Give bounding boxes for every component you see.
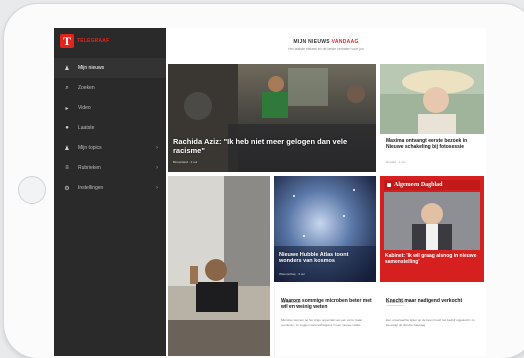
sidebar-nav: ♟ Mijn nieuws ⌕ Zoeken ▸ Video ● Laatste… (54, 58, 166, 198)
list-icon: ≡ (65, 165, 69, 171)
home-button[interactable] (18, 176, 46, 204)
sidebar-item-instellingen[interactable]: ⚙ Instellingen › (54, 178, 166, 198)
chevron-right-icon: › (156, 165, 158, 171)
app-screen: T TELEGRAAF ♟ Mijn nieuws ⌕ Zoeken ▸ Vid… (54, 28, 486, 356)
article-card-microbes[interactable]: WETENSCHAP Waarom sommige microben beter… (274, 286, 377, 356)
tablet-frame: T TELEGRAAF ♟ Mijn nieuws ⌕ Zoeken ▸ Vid… (4, 4, 524, 358)
man-waving-photo (168, 176, 270, 356)
sidebar-item-label: Mijn topics (78, 145, 102, 151)
chevron-right-icon: › (156, 145, 158, 151)
content-header: MIJN NIEUWS VANDAAG Het laatste nieuws e… (166, 28, 486, 64)
gear-icon: ⚙ (64, 185, 70, 192)
chevron-right-icon: › (156, 185, 158, 191)
sidebar-item-label: Zoeken (78, 85, 95, 91)
brand-name: TELEGRAAF (77, 38, 110, 44)
page-title-accent: VANDAAG (331, 39, 359, 45)
page-subtitle: Het laatste nieuws en de beste verhalen … (288, 47, 364, 51)
sidebar-item-label: Instellingen (78, 185, 104, 191)
article-meta: Wetenschap · 3 uur (279, 272, 306, 276)
sidebar-item-label: Laatste (78, 125, 95, 131)
article-card-lead[interactable]: Rachida Aziz: "Ik heb niet meer gelogen … (168, 64, 376, 172)
sidebar-item-video[interactable]: ▸ Video (54, 98, 166, 118)
sidebar-item-laatste[interactable]: ● Laatste (54, 118, 166, 138)
main-content: MIJN NIEUWS VANDAAG Het laatste nieuws e… (166, 28, 486, 356)
sidebar-item-zoeken[interactable]: ⌕ Zoeken (54, 78, 166, 98)
brand[interactable]: T TELEGRAAF (60, 34, 109, 48)
person-icon: ♟ (64, 65, 70, 72)
article-card-queen[interactable]: Maxima ontvangt eerste bezoek in Nieuwe … (380, 64, 484, 172)
politician-photo (384, 192, 480, 250)
sidebar-item-label: Mijn nieuws (78, 65, 105, 71)
article-card-ad[interactable]: Algemeen Dagblad Kabinet: 'Ik wil graag … (380, 176, 484, 282)
article-title: Kabinet: 'Ik wil graag alsnog in nieuwe … (385, 253, 477, 265)
sidebar: T TELEGRAAF ♟ Mijn nieuws ⌕ Zoeken ▸ Vid… (54, 28, 166, 356)
lead-photo (168, 64, 376, 172)
sidebar-item-rubrieken[interactable]: ≡ Rubrieken › (54, 158, 166, 178)
search-icon: ⌕ (65, 84, 69, 91)
ad-logo: Algemeen Dagblad (384, 180, 480, 190)
article-summary: Een onverwachte kijker op de beurs heeft… (386, 318, 475, 327)
sidebar-item-label: Video (78, 105, 91, 111)
play-icon: ▸ (65, 105, 69, 112)
article-meta: Binnenland · 2 uur (173, 160, 198, 164)
article-title: Maxima ontvangt eerste bezoek in Nieuwe … (386, 138, 468, 150)
article-meta: Royalty · 1 uur (386, 160, 406, 164)
article-title: Knecht maar nadigend verkocht (386, 298, 463, 304)
telegraaf-logo-icon: T (60, 34, 74, 48)
queen-photo (380, 64, 484, 134)
nebula-photo (274, 176, 376, 282)
page-title-main: MIJN NIEUWS (293, 39, 330, 45)
article-title: Nieuwe Hubble Atlas toont wonders van ko… (279, 252, 349, 265)
dot-icon: ● (65, 125, 69, 131)
article-title: Rachida Aziz: "Ik heb niet meer gelogen … (173, 137, 348, 155)
sidebar-item-mijn-nieuws[interactable]: ♟ Mijn nieuws (54, 58, 166, 78)
article-card-knecht[interactable]: BINNENLAND Knecht maar nadigend verkocht… (380, 286, 484, 356)
sidebar-item-mijn-topics[interactable]: ♟ Mijn topics › (54, 138, 166, 158)
article-summary: Microben kunnen op het ijzige oppervlak … (281, 318, 363, 327)
article-card-photo[interactable] (168, 176, 270, 356)
sidebar-item-label: Rubrieken (78, 165, 101, 171)
page-title: MIJN NIEUWS VANDAAG (166, 28, 486, 45)
person-icon: ♟ (64, 145, 70, 152)
article-title: Waarom sommige microben beter met wil en… (281, 298, 372, 310)
article-card-nebula[interactable]: Nieuwe Hubble Atlas toont wonders van ko… (274, 176, 376, 282)
